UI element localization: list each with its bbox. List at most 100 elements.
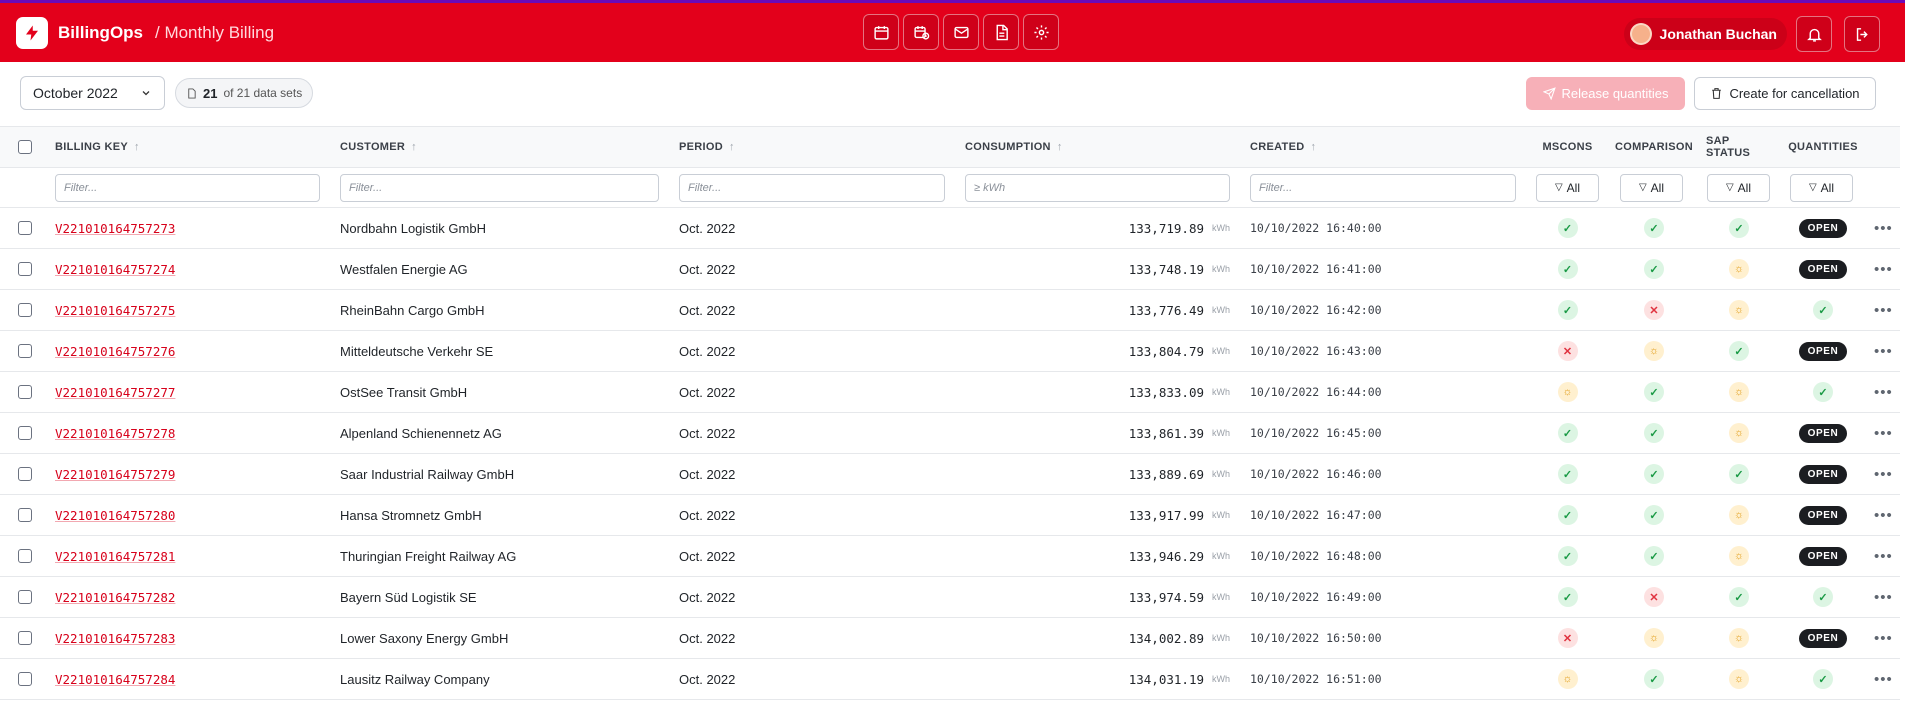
customer-filter[interactable]: Filter... — [340, 173, 659, 202]
gear-icon[interactable] — [1023, 14, 1059, 50]
table-row[interactable]: V221010164757273 Nordbahn Logistik GmbH Oc… — [0, 208, 1900, 249]
quantities-status: OPEN — [1784, 208, 1862, 248]
calendar-clock-icon[interactable] — [903, 14, 939, 50]
consumption-cell: 133,833.09 kWh — [965, 372, 1230, 412]
row-checkbox[interactable] — [18, 413, 32, 453]
consumption-cell: 133,946.29 kWh — [965, 536, 1230, 576]
table-row[interactable]: V221010164757278 Alpenland Schienennetz A… — [0, 413, 1900, 454]
more-actions-icon[interactable]: ••• — [1874, 454, 1893, 494]
user-menu[interactable]: Jonathan Buchan — [1623, 18, 1787, 50]
billing-key-link[interactable]: V221010164757273 — [55, 221, 175, 236]
file-icon — [188, 87, 196, 99]
comparison-status: ✓ — [1612, 413, 1696, 453]
billing-key-link[interactable]: V221010164757284 — [55, 672, 175, 687]
table-row[interactable]: V221010164757281 Thuringian Freight Railw… — [0, 536, 1900, 577]
more-actions-icon[interactable]: ••• — [1874, 413, 1893, 453]
more-actions-icon[interactable]: ••• — [1874, 208, 1893, 248]
check-icon: ✓ — [1644, 259, 1664, 279]
more-actions-icon[interactable]: ••• — [1874, 249, 1893, 289]
billing-key-link[interactable]: V221010164757274 — [55, 262, 175, 277]
row-checkbox[interactable] — [18, 249, 32, 289]
billing-key-link[interactable]: V221010164757282 — [55, 590, 175, 605]
comparison-filter-button[interactable]: ▽ All — [1620, 173, 1683, 202]
table-row[interactable]: V221010164757283 Lower Saxony Energy GmbH… — [0, 618, 1900, 659]
x-icon: ✕ — [1557, 341, 1578, 361]
row-checkbox[interactable] — [18, 331, 32, 371]
more-actions-icon[interactable]: ••• — [1874, 372, 1893, 412]
calendar-icon[interactable] — [863, 14, 899, 50]
check-icon: ✓ — [1813, 300, 1833, 320]
billing-key-filter[interactable]: Filter... — [55, 173, 320, 202]
header-customer[interactable]: CUSTOMER ↑ — [340, 127, 417, 167]
table-row[interactable]: V221010164757280 Hansa Stromnetz GmbH Oct.… — [0, 495, 1900, 536]
header-billing-key[interactable]: BILLING KEY ↑ — [55, 127, 140, 167]
mscons-status: ✓ — [1536, 413, 1599, 453]
table-row[interactable]: V221010164757276 Mitteldeutsche Verkehr S… — [0, 331, 1900, 372]
created-filter[interactable]: Filter... — [1250, 173, 1516, 202]
period-value: Oct. 2022 — [679, 630, 736, 646]
check-icon: ✓ — [1813, 587, 1833, 607]
header-period[interactable]: PERIOD ↑ — [679, 127, 735, 167]
brand[interactable]: BillingOps / Monthly Billing — [16, 16, 274, 49]
table-row[interactable]: V221010164757275 RheinBahn Cargo GmbH Oct.… — [0, 290, 1900, 331]
row-checkbox[interactable] — [18, 577, 32, 617]
row-checkbox[interactable] — [18, 536, 32, 576]
period-filter[interactable]: Filter... — [679, 173, 945, 202]
billing-key-link[interactable]: V221010164757281 — [55, 549, 175, 564]
customer-name: Alpenland Schienennetz AG — [340, 425, 502, 441]
billing-key-link[interactable]: V221010164757275 — [55, 303, 175, 318]
more-actions-icon[interactable]: ••• — [1874, 290, 1893, 330]
billing-table: BILLING KEY ↑ CUSTOMER ↑ PERIOD ↑ CONSUMPTI… — [0, 126, 1900, 700]
billing-key-link[interactable]: V221010164757279 — [55, 467, 175, 482]
more-actions-icon[interactable]: ••• — [1874, 659, 1893, 699]
consumption-cell: 133,861.39 kWh — [965, 413, 1230, 453]
more-actions-icon[interactable]: ••• — [1874, 331, 1893, 371]
billing-key-link[interactable]: V221010164757278 — [55, 426, 175, 441]
header-consumption[interactable]: CONSUMPTION ↑ — [965, 127, 1063, 167]
bell-icon[interactable] — [1796, 16, 1832, 52]
header-created[interactable]: CREATED ↑ — [1250, 127, 1316, 167]
month-select[interactable]: October 2022 — [20, 76, 165, 110]
sap-status-filter-button[interactable]: ▽ All — [1707, 173, 1770, 202]
create-for-cancellation-button[interactable]: Create for cancellation — [1694, 77, 1876, 110]
created-value: 10/10/2022 16:50:00 — [1250, 631, 1382, 645]
logout-icon[interactable] — [1844, 16, 1880, 52]
row-checkbox[interactable] — [18, 495, 32, 535]
table-row[interactable]: V221010164757279 Saar Industrial Railway … — [0, 454, 1900, 495]
more-actions-icon[interactable]: ••• — [1874, 536, 1893, 576]
mail-icon[interactable] — [943, 14, 979, 50]
billing-key-link[interactable]: V221010164757276 — [55, 344, 175, 359]
consumption-cell: 134,031.19 kWh — [965, 659, 1230, 699]
check-icon: ✓ — [1813, 382, 1833, 402]
quantities-status: OPEN — [1784, 495, 1862, 535]
row-checkbox[interactable] — [18, 659, 32, 699]
row-checkbox[interactable] — [18, 372, 32, 412]
select-all-checkbox[interactable] — [18, 127, 32, 167]
release-quantities-button[interactable]: Release quantities — [1526, 77, 1685, 110]
billing-key-link[interactable]: V221010164757283 — [55, 631, 175, 646]
table-row[interactable]: V221010164757274 Westfalen Energie AG Oct.… — [0, 249, 1900, 290]
consumption-cell: 133,917.99 kWh — [965, 495, 1230, 535]
row-checkbox[interactable] — [18, 618, 32, 658]
open-badge: OPEN — [1798, 505, 1848, 525]
table-row[interactable]: V221010164757277 OstSee Transit GmbH Oct. … — [0, 372, 1900, 413]
row-checkbox[interactable] — [18, 454, 32, 494]
comparison-status: ✓ — [1612, 495, 1696, 535]
consumption-filter[interactable]: ≥ kWh — [965, 173, 1230, 202]
more-actions-icon[interactable]: ••• — [1874, 577, 1893, 617]
pending-sun-icon: ☼ — [1729, 423, 1749, 443]
table-row[interactable]: V221010164757282 Bayern Süd Logistik SE Oc… — [0, 577, 1900, 618]
period-value: Oct. 2022 — [679, 384, 736, 400]
table-row[interactable]: V221010164757284 Lausitz Railway Company O… — [0, 659, 1900, 700]
more-actions-icon[interactable]: ••• — [1874, 495, 1893, 535]
billing-key-link[interactable]: V221010164757280 — [55, 508, 175, 523]
sap-status: ✓ — [1706, 208, 1772, 248]
billing-key-link[interactable]: V221010164757277 — [55, 385, 175, 400]
row-checkbox[interactable] — [18, 208, 32, 248]
document-icon[interactable] — [983, 14, 1019, 50]
open-badge: OPEN — [1798, 546, 1848, 566]
more-actions-icon[interactable]: ••• — [1874, 618, 1893, 658]
row-checkbox[interactable] — [18, 290, 32, 330]
quantities-filter-button[interactable]: ▽ All — [1790, 173, 1853, 202]
mscons-filter-button[interactable]: ▽ All — [1536, 173, 1599, 202]
